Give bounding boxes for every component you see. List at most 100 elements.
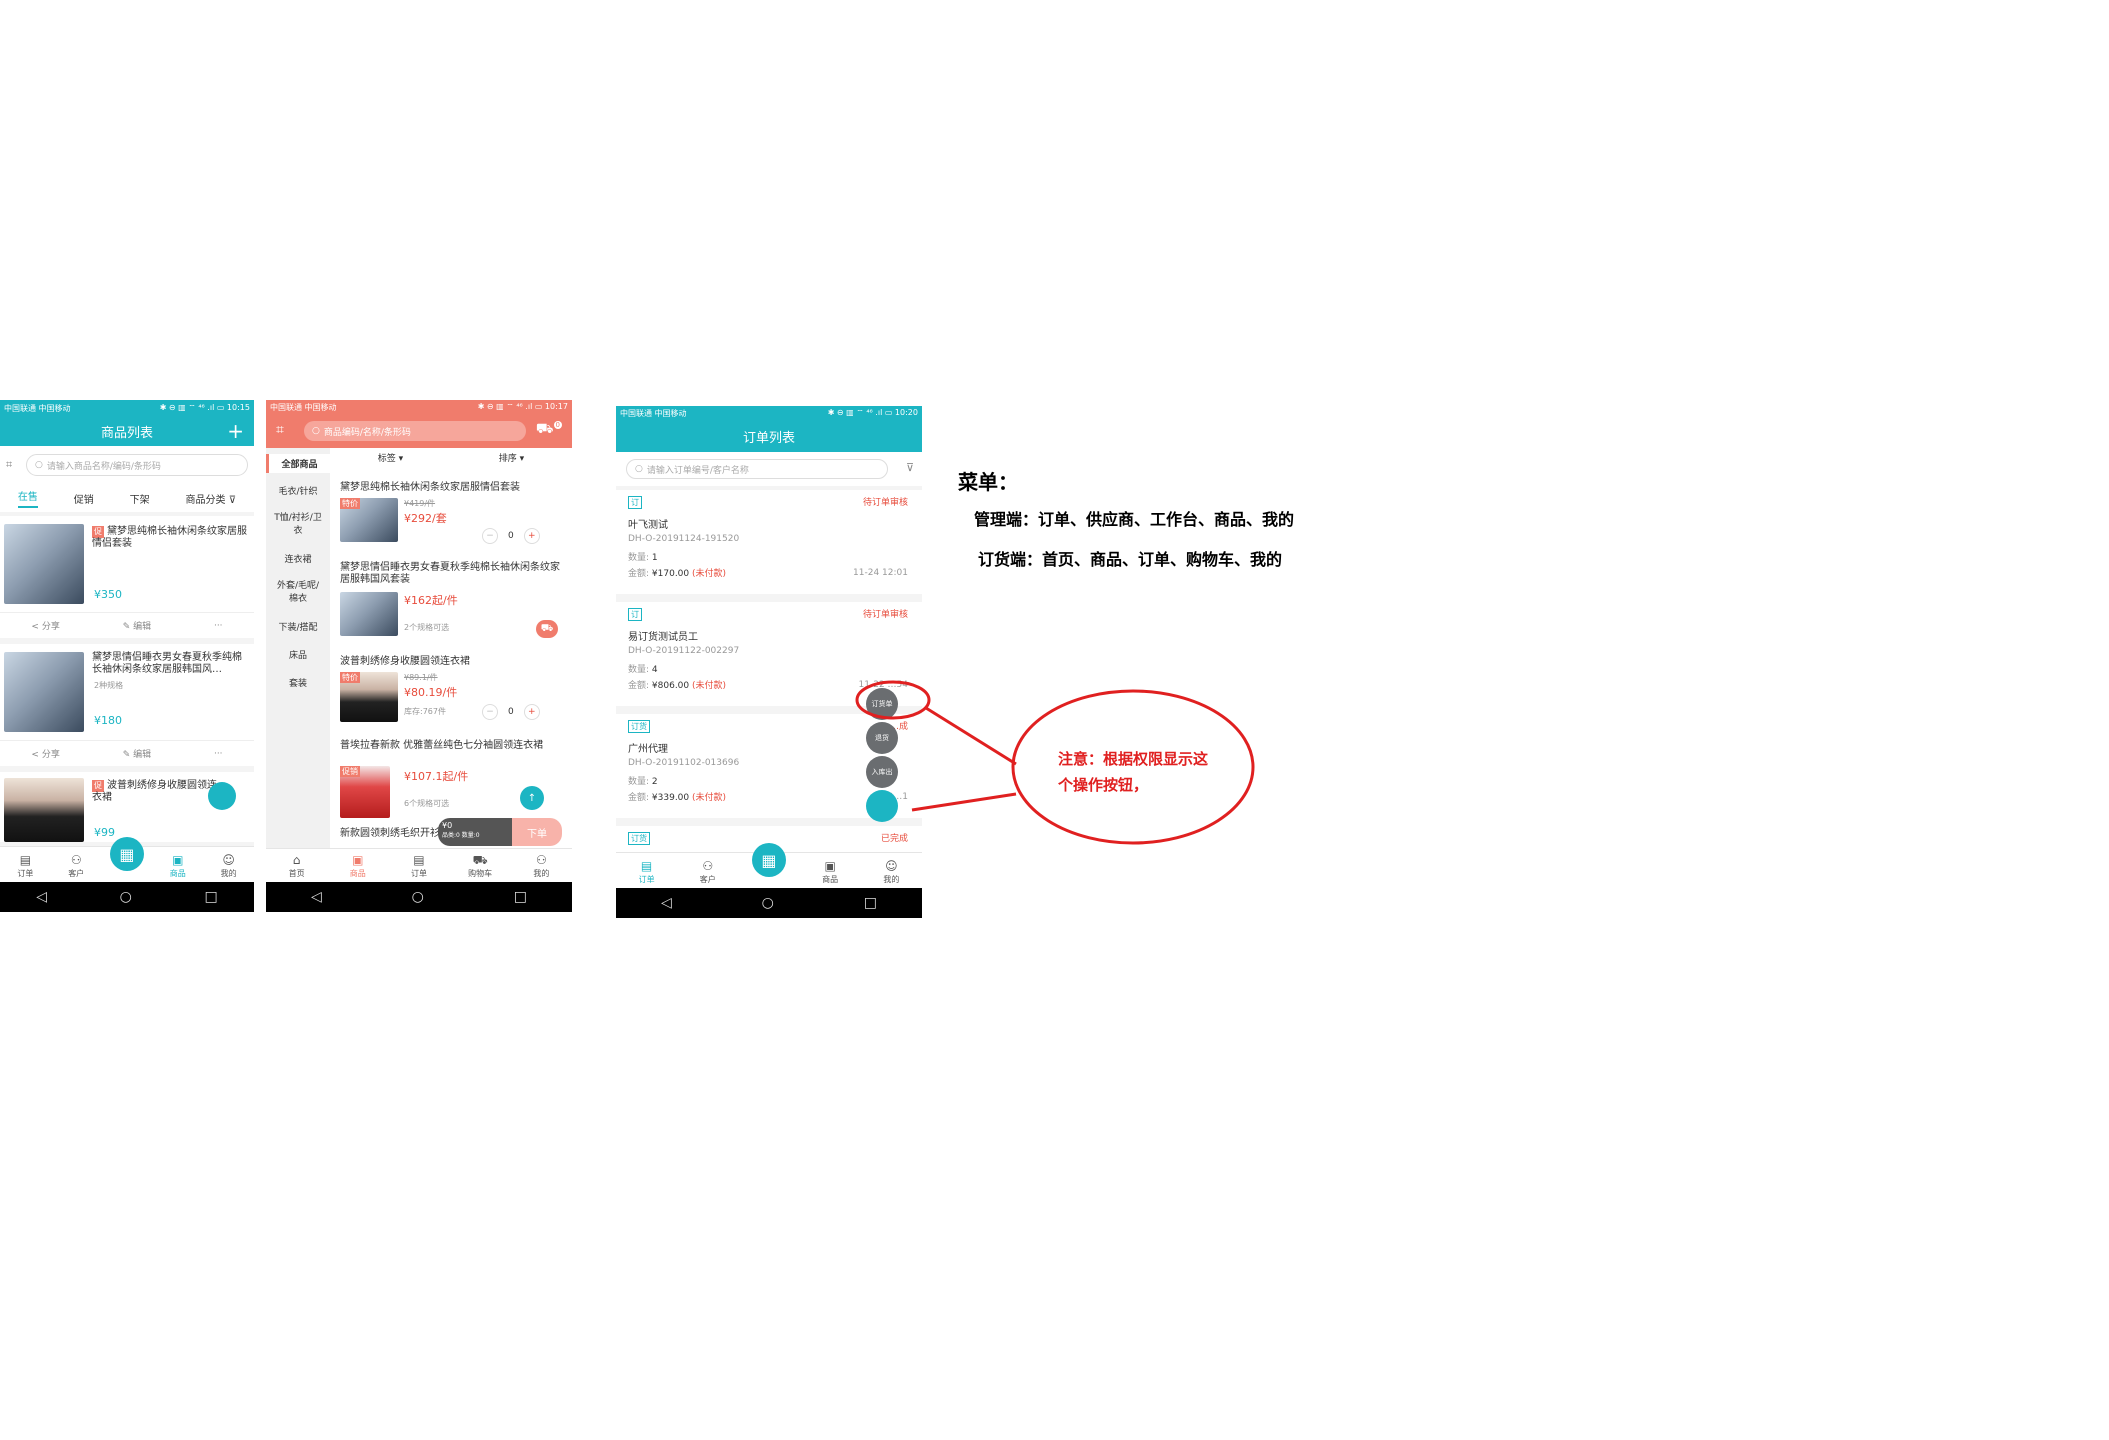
order-code: DH-O-20191124-191520 — [628, 534, 740, 544]
product-title: 黛梦思情侣睡衣男女春夏秋季纯棉长袖休闲条纹家居服韩国风… — [92, 652, 242, 675]
order-status: 待订单审核 — [862, 610, 908, 620]
plus-icon[interactable]: + — [227, 419, 244, 443]
category-sidebar: 全部商品 毛衣/针织 T恤/衬衫/卫衣 连衣裙 外套/毛呢/棉衣 下装/搭配 床… — [266, 448, 330, 848]
cart-summary-bar: ¥0 品类:0 数量:0 下单 — [438, 818, 572, 846]
cart-amount: ¥0 — [442, 821, 453, 830]
quantity-stepper[interactable]: −0 + — [482, 704, 540, 720]
tab-customers[interactable]: ⚇ 客户 — [51, 854, 102, 882]
tab-promotion[interactable]: 促销 — [74, 491, 94, 506]
category-item[interactable]: 床品 — [266, 648, 330, 661]
add-cart-button[interactable]: ⛟ — [536, 620, 558, 638]
filter-tags[interactable]: 标签 ▾ — [378, 451, 403, 464]
share-button[interactable]: < 分享 — [31, 747, 59, 760]
filter-label: 标签 — [377, 453, 396, 464]
category-item[interactable]: 毛衣/针织 — [266, 484, 330, 497]
filter-icon: ⊽ — [228, 494, 237, 506]
product-image — [4, 524, 84, 604]
tab-customers[interactable]: ⚇ 客户 — [677, 860, 738, 888]
edit-button[interactable]: ✎ 编辑 — [123, 619, 151, 632]
filter-sort[interactable]: 排序 ▾ — [499, 451, 524, 464]
tab-workbench[interactable]: ▦ — [102, 837, 153, 882]
tab-home[interactable]: ⌂ 首页 — [266, 854, 327, 882]
order-card[interactable]: 订 待订单审核 叶飞测试 DH-O-20191124-191520 数量: 1 … — [616, 490, 922, 594]
more-button[interactable]: ··· — [214, 749, 223, 759]
tab-category[interactable]: 商品分类 ⊽ — [186, 491, 237, 506]
tab-label: 我的 — [533, 869, 550, 878]
promo-badge: 促 — [92, 526, 104, 538]
back-icon[interactable]: ◁ — [311, 889, 322, 905]
recents-icon[interactable]: □ — [514, 889, 527, 905]
smile-icon: ☺ — [222, 853, 235, 867]
tab-orders[interactable]: ▤ 订单 — [616, 860, 677, 888]
category-item[interactable]: 连衣裙 — [266, 552, 330, 565]
back-icon[interactable]: ◁ — [661, 895, 672, 911]
category-all[interactable]: 全部商品 — [266, 454, 330, 473]
share-label: 分享 — [41, 750, 60, 760]
tab-orders[interactable]: ▤ 订单 — [0, 854, 51, 882]
tab-bar: ⌂ 首页 ▣ 商品 ▤ 订单 ⛟ 购物车 ⚇ 我的 — [266, 848, 572, 882]
plus-button[interactable]: + — [523, 704, 540, 720]
plus-button[interactable]: + — [523, 528, 540, 544]
tab-mine[interactable]: ☺ 我的 — [861, 860, 922, 888]
spec-count: 2种规格 — [94, 681, 124, 690]
category-item[interactable]: T恤/衬衫/卫衣 — [272, 510, 324, 536]
order-amount: 金额: ¥806.00 (未付款) — [628, 678, 726, 691]
filter-icon[interactable]: ⊽ — [906, 461, 914, 474]
scan-icon[interactable]: ⌗ — [276, 422, 284, 438]
tab-workbench[interactable]: ▦ — [738, 843, 799, 888]
place-order-button[interactable]: 下单 — [512, 818, 562, 846]
category-item[interactable]: 下装/搭配 — [266, 620, 330, 633]
tag-badge: 特价 — [340, 672, 360, 683]
recents-icon[interactable]: □ — [864, 895, 877, 911]
product-card[interactable]: 促波普刺绣修身收腰圆领连衣裙 ¥99 — [0, 772, 254, 842]
carrier-text: 中国联通 中国移动 — [620, 408, 687, 418]
tab-on-sale[interactable]: 在售 — [17, 488, 38, 508]
product-card[interactable]: 促黛梦思纯棉长袖休闲条纹家居服情侣套装 ¥350 < 分享 ✎ 编辑 ··· — [0, 516, 254, 638]
fab-stock-button[interactable]: 入库出 — [866, 756, 898, 788]
edit-label: 编辑 — [133, 750, 152, 760]
tab-products[interactable]: ▣ 商品 — [327, 854, 388, 882]
float-button[interactable] — [208, 782, 236, 810]
tab-orders[interactable]: ▤ 订单 — [388, 854, 449, 882]
more-button[interactable]: ··· — [214, 621, 223, 631]
tab-mine[interactable]: ⚇ 我的 — [511, 854, 572, 882]
scan-icon[interactable]: ⌗ — [6, 458, 12, 472]
product-price: ¥162起/件 — [404, 594, 458, 607]
pay-status: (未付款) — [692, 793, 727, 803]
qty-label: 数量: — [628, 553, 650, 563]
system-nav: ◁ ○ □ — [266, 882, 572, 912]
category-item[interactable]: 套装 — [266, 676, 330, 689]
order-customer: 易订货测试员工 — [628, 632, 698, 643]
category-item[interactable]: 外套/毛呢/棉衣 — [274, 578, 322, 604]
stock-text: 库存:767件 — [404, 707, 446, 716]
fab-main-button[interactable] — [866, 790, 898, 822]
recents-icon[interactable]: □ — [204, 889, 217, 905]
minus-button[interactable]: − — [482, 704, 498, 720]
tab-mine[interactable]: ☺ 我的 — [203, 854, 254, 882]
search-input[interactable]: ○ 请输入订单编号/客户名称 — [626, 459, 888, 479]
minus-button[interactable]: − — [482, 528, 498, 544]
smile-icon: ☺ — [885, 859, 898, 873]
home-icon[interactable]: ○ — [412, 889, 424, 905]
tab-products[interactable]: ▣ 商品 — [800, 860, 861, 888]
back-icon[interactable]: ◁ — [36, 889, 47, 905]
home-icon[interactable]: ○ — [762, 895, 774, 911]
order-time: 11-24 12:01 — [853, 568, 908, 578]
tab-off-shelf[interactable]: 下架 — [130, 491, 150, 506]
product-card[interactable]: 黛梦思情侣睡衣男女春夏秋季纯棉长袖休闲条纹家居服韩国风… 2种规格 ¥180 <… — [0, 644, 254, 766]
fab-return-button[interactable]: 退货 — [866, 722, 898, 754]
search-input[interactable]: ○ 商品编码/名称/条形码 — [304, 421, 526, 441]
share-button[interactable]: < 分享 — [31, 619, 59, 632]
edit-button[interactable]: ✎ 编辑 — [123, 747, 151, 760]
tab-cart[interactable]: ⛟ 购物车 — [450, 854, 511, 882]
pointer-line-lower — [911, 792, 1017, 812]
cart-icon[interactable]: ⛟ 0 — [536, 421, 562, 439]
fab-order-button[interactable]: 订货单 — [866, 688, 898, 720]
home-icon[interactable]: ○ — [120, 889, 132, 905]
order-tag: 订 — [628, 496, 642, 509]
quantity-stepper[interactable]: −0 + — [482, 528, 540, 544]
search-area: ○ 请输入订单编号/客户名称 ⊽ — [616, 452, 922, 486]
scroll-top-button[interactable]: ↑ — [520, 786, 544, 810]
search-input[interactable]: ○ 请输入商品名称/编码/条形码 — [26, 454, 248, 476]
tab-products[interactable]: ▣ 商品 — [152, 854, 203, 882]
